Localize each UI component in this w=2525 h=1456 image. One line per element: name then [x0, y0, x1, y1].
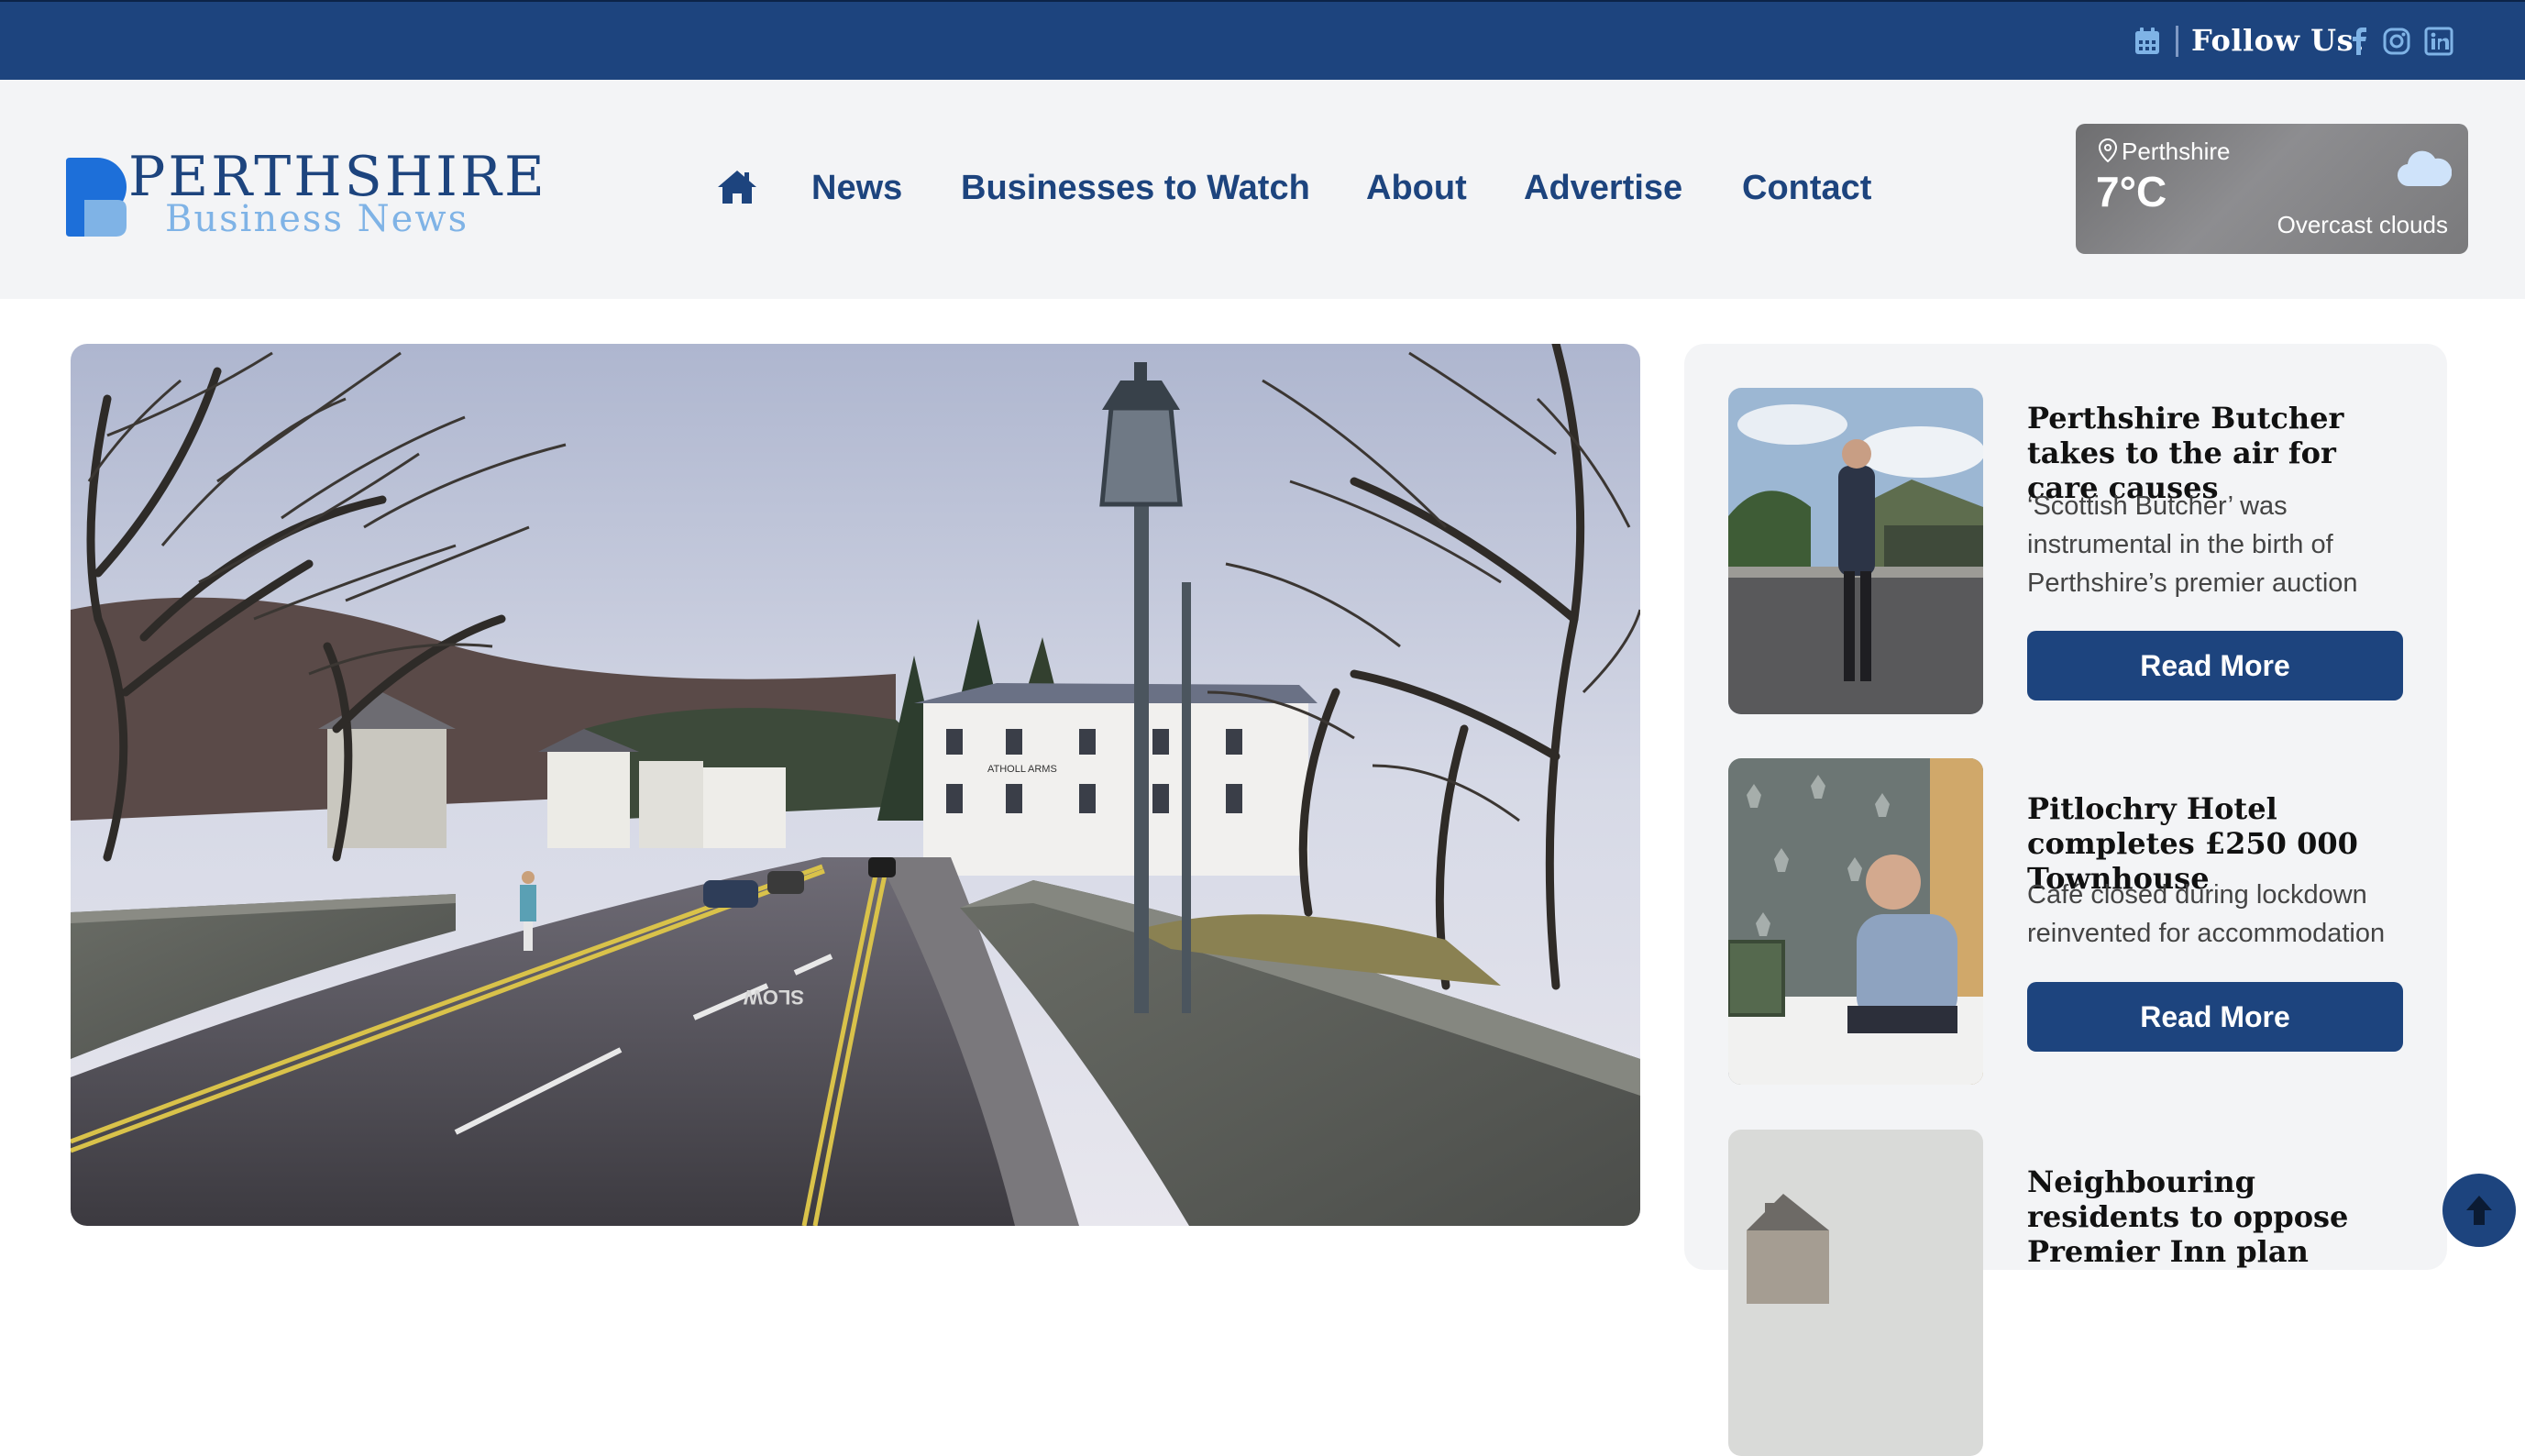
logo-mark-icon[interactable]	[66, 158, 127, 237]
divider	[2176, 26, 2178, 57]
nav-advertise[interactable]: Advertise	[1524, 165, 1682, 211]
logo-subtitle[interactable]: Business News	[165, 199, 469, 239]
article-image[interactable]	[1728, 388, 1983, 714]
article-image[interactable]	[1728, 1130, 1983, 1456]
nav-contact[interactable]: Contact	[1742, 165, 1871, 211]
article-excerpt: Café closed during lockdown reinvented f…	[2027, 880, 2386, 948]
article-title[interactable]: Neighbouring residents to oppose Premier…	[2027, 1164, 2412, 1269]
home-icon[interactable]	[716, 169, 758, 205]
follow-us-label: Follow Us:	[2191, 23, 2365, 58]
read-more-button[interactable]: Read More	[2027, 982, 2403, 1052]
instagram-icon[interactable]	[2382, 27, 2411, 56]
location-pin-icon	[2098, 138, 2118, 162]
hotel-sign-text: ATHOLL ARMS	[987, 764, 1057, 775]
weather-temperature: 7°C	[2096, 168, 2167, 215]
weather-widget: Perthshire 7°C Overcast clouds	[2076, 124, 2468, 254]
weather-condition: Overcast clouds	[2277, 211, 2448, 238]
facebook-icon[interactable]	[2345, 27, 2375, 56]
linkedin-icon[interactable]	[2424, 27, 2453, 56]
top-bar: Follow Us:	[0, 0, 2525, 80]
hero-image[interactable]: ATHOLL ARMS SLOW	[71, 344, 1640, 1226]
latest-articles-sidebar: Perthshire Butcher takes to the air for …	[1684, 344, 2447, 1456]
article-image[interactable]	[1728, 758, 1983, 1085]
read-more-button[interactable]: Read More	[2027, 631, 2403, 700]
nav-news[interactable]: News	[811, 165, 902, 211]
calendar-icon[interactable]	[2134, 28, 2160, 55]
weather-location: Perthshire	[2122, 138, 2231, 165]
cloud-icon	[2398, 150, 2452, 187]
nav-about[interactable]: About	[1366, 165, 1467, 211]
nav-businesses-to-watch[interactable]: Businesses to Watch	[961, 165, 1310, 211]
site-header: PERTHSHIRE Business News News Businesses…	[0, 80, 2525, 299]
road-marking-text: SLOW	[744, 986, 804, 1009]
arrow-up-icon	[2466, 1196, 2492, 1225]
article-excerpt: ‘Scottish Butcher’ was instrumental in t…	[2027, 491, 2358, 598]
scroll-to-top-button[interactable]	[2442, 1174, 2516, 1247]
